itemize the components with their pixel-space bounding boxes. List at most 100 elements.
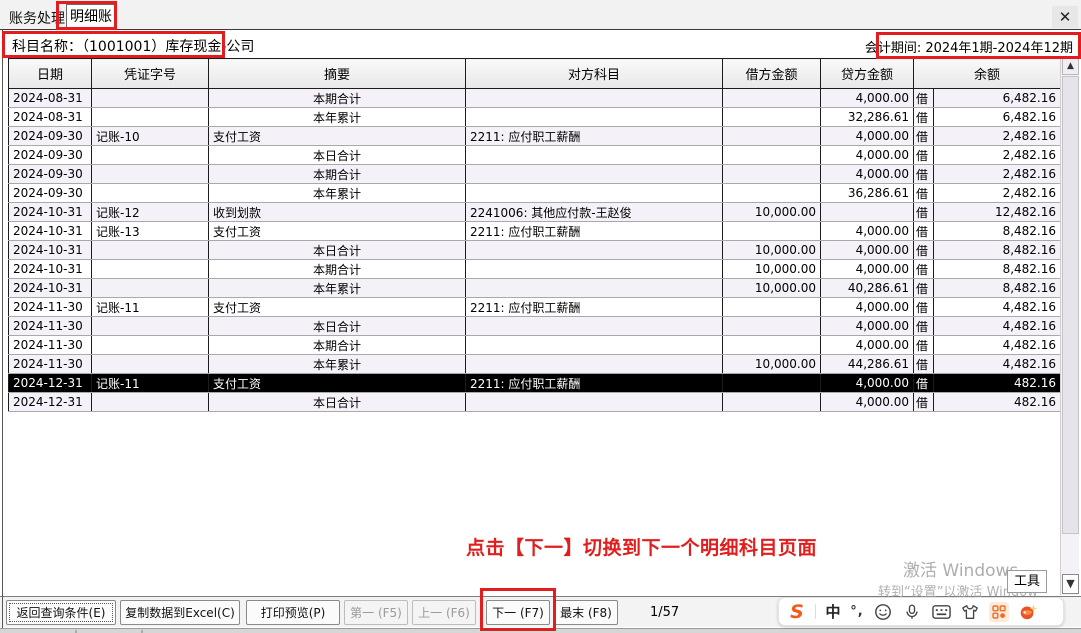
- tools-button[interactable]: 工具: [1007, 570, 1047, 593]
- cell-counterpart: [466, 108, 723, 127]
- toolbox-icon[interactable]: [989, 602, 1009, 622]
- cell-credit: 4,000.00: [821, 146, 914, 165]
- cell-credit: 4,000.00: [821, 260, 914, 279]
- print-preview-button[interactable]: 打印预览(P): [246, 600, 340, 625]
- table-row[interactable]: 2024-09-30记账-10支付工资2211: 应付职工薪酬4,000.00借…: [9, 127, 1061, 146]
- skin-icon[interactable]: [960, 602, 980, 622]
- cell-counterpart: 2211: 应付职工薪酬: [466, 222, 723, 241]
- scrollbar-thumb[interactable]: [1062, 76, 1079, 534]
- sogou-logo-icon[interactable]: S: [788, 602, 806, 622]
- table-row[interactable]: 2024-09-30本日合计4,000.00借2,482.16: [9, 146, 1061, 165]
- cell-counterpart: 2211: 应付职工薪酬: [466, 298, 723, 317]
- cell-credit: 36,286.61: [821, 184, 914, 203]
- cell-summary: 本年累计: [209, 355, 466, 374]
- assistant-icon[interactable]: [1018, 602, 1038, 622]
- table-row[interactable]: 2024-11-30本期合计4,000.00借4,482.16: [9, 336, 1061, 355]
- cell-credit: 40,286.61: [821, 279, 914, 298]
- cell-summary: 本期合计: [209, 165, 466, 184]
- ime-toolbar: S 中 °,: [778, 597, 1064, 626]
- cell-date: 2024-11-30: [9, 317, 92, 336]
- cell-debit: [723, 393, 821, 412]
- emoji-icon[interactable]: [873, 602, 893, 622]
- punctuation-icon[interactable]: °,: [850, 602, 864, 622]
- cell-counterpart: [466, 89, 723, 108]
- cell-counterpart: [466, 279, 723, 298]
- cell-debit: [723, 108, 821, 127]
- cell-date: 2024-09-30: [9, 184, 92, 203]
- header-row: 日期凭证字号摘要对方科目借方金额贷方金额余额: [9, 59, 1061, 89]
- first-page-button: 第一 (F5): [344, 600, 408, 625]
- column-header: 借方金额: [723, 59, 821, 89]
- table-row[interactable]: 2024-08-31本期合计4,000.00借6,482.16: [9, 89, 1061, 108]
- table-row[interactable]: 2024-11-30本年累计10,000.0044,286.61借4,482.1…: [9, 355, 1061, 374]
- cell-date: 2024-10-31: [9, 241, 92, 260]
- table-row[interactable]: 2024-09-30本期合计4,000.00借2,482.16: [9, 165, 1061, 184]
- bottom-edge: [0, 628, 1081, 633]
- copy-to-excel-button[interactable]: 复制数据到Excel(C): [120, 600, 240, 625]
- cell-debit: [723, 222, 821, 241]
- cell-balance: 2,482.16: [934, 127, 1061, 146]
- next-page-button[interactable]: 下一 (F7): [486, 600, 550, 625]
- cell-voucher: [92, 165, 209, 184]
- cell-counterpart: [466, 165, 723, 184]
- cell-counterpart: 2211: 应付职工薪酬: [466, 127, 723, 146]
- close-icon[interactable]: ✕: [1052, 6, 1078, 28]
- column-header: 对方科目: [466, 59, 723, 89]
- cell-date: 2024-12-31: [9, 374, 92, 393]
- activate-windows-watermark: 激活 Windows: [903, 556, 1018, 581]
- cell-dir: 借: [914, 146, 934, 165]
- table-row[interactable]: 2024-10-31本年累计10,000.0040,286.61借8,482.1…: [9, 279, 1061, 298]
- table-row[interactable]: 2024-10-31本期合计10,000.004,000.00借8,482.16: [9, 260, 1061, 279]
- cell-debit: 10,000.00: [723, 355, 821, 374]
- cell-dir: 借: [914, 355, 934, 374]
- cell-counterpart: 2241006: 其他应付款-王赵俊: [466, 203, 723, 222]
- last-page-button[interactable]: 最末 (F8): [554, 600, 618, 625]
- cell-credit: 4,000.00: [821, 165, 914, 184]
- cell-summary: 本年累计: [209, 108, 466, 127]
- column-header: 凭证字号: [92, 59, 209, 89]
- vertical-scrollbar[interactable]: ▲ ▼: [1060, 58, 1079, 595]
- cell-dir: 借: [914, 241, 934, 260]
- return-query-button[interactable]: 返回查询条件(E): [6, 600, 116, 625]
- cell-voucher: [92, 184, 209, 203]
- tab-account-processing[interactable]: 账务处理: [9, 8, 65, 28]
- table-row[interactable]: 2024-08-31本年累计32,286.61借6,482.16: [9, 108, 1061, 127]
- cell-balance: 2,482.16: [934, 184, 1061, 203]
- table-row[interactable]: 2024-09-30本年累计36,286.61借2,482.16: [9, 184, 1061, 203]
- cell-voucher: [92, 89, 209, 108]
- cell-summary: 支付工资: [209, 222, 466, 241]
- cell-counterpart: [466, 336, 723, 355]
- cell-date: 2024-09-30: [9, 127, 92, 146]
- keyboard-icon[interactable]: [931, 602, 951, 622]
- microphone-icon[interactable]: [902, 602, 922, 622]
- detail-ledger-window: 账务处理 明细账 ✕ 科目名称：（1001001）库存现金-公司 会计期间: 2…: [0, 0, 1081, 633]
- table-row[interactable]: 2024-11-30记账-11支付工资2211: 应付职工薪酬4,000.00借…: [9, 298, 1061, 317]
- tab-detail-ledger[interactable]: 明细账: [66, 4, 116, 30]
- cell-balance: 8,482.16: [934, 260, 1061, 279]
- cell-counterpart: [466, 393, 723, 412]
- cell-dir: 借: [914, 222, 934, 241]
- cell-dir: 借: [914, 279, 934, 298]
- cell-date: 2024-09-30: [9, 146, 92, 165]
- scroll-up-icon[interactable]: ▲: [1062, 58, 1079, 75]
- table-row[interactable]: 2024-12-31记账-11支付工资2211: 应付职工薪酬4,000.00借…: [9, 374, 1061, 393]
- table-row[interactable]: 2024-10-31本日合计10,000.004,000.00借8,482.16: [9, 241, 1061, 260]
- cell-dir: 借: [914, 108, 934, 127]
- cell-dir: 借: [914, 89, 934, 108]
- cell-date: 2024-08-31: [9, 89, 92, 108]
- cell-balance: 2,482.16: [934, 146, 1061, 165]
- table-row[interactable]: 2024-12-31本日合计4,000.00借482.16: [9, 393, 1061, 412]
- chinese-mode-icon[interactable]: 中: [825, 602, 841, 622]
- table-row[interactable]: 2024-10-31记账-13支付工资2211: 应付职工薪酬4,000.00借…: [9, 222, 1061, 241]
- cell-dir: 借: [914, 393, 934, 412]
- table-row[interactable]: 2024-11-30本日合计4,000.00借4,482.16: [9, 317, 1061, 336]
- cell-balance: 4,482.16: [934, 317, 1061, 336]
- subject-name-label: 科目名称：（1001001）库存现金-公司: [12, 36, 254, 56]
- cell-balance: 12,482.16: [934, 203, 1061, 222]
- cell-voucher: [92, 108, 209, 127]
- table-row[interactable]: 2024-10-31记账-12收到划款2241006: 其他应付款-王赵俊10,…: [9, 203, 1061, 222]
- scroll-down-icon[interactable]: ▼: [1062, 574, 1079, 594]
- cell-debit: [723, 336, 821, 355]
- cell-balance: 482.16: [934, 374, 1061, 393]
- column-header: 摘要: [209, 59, 466, 89]
